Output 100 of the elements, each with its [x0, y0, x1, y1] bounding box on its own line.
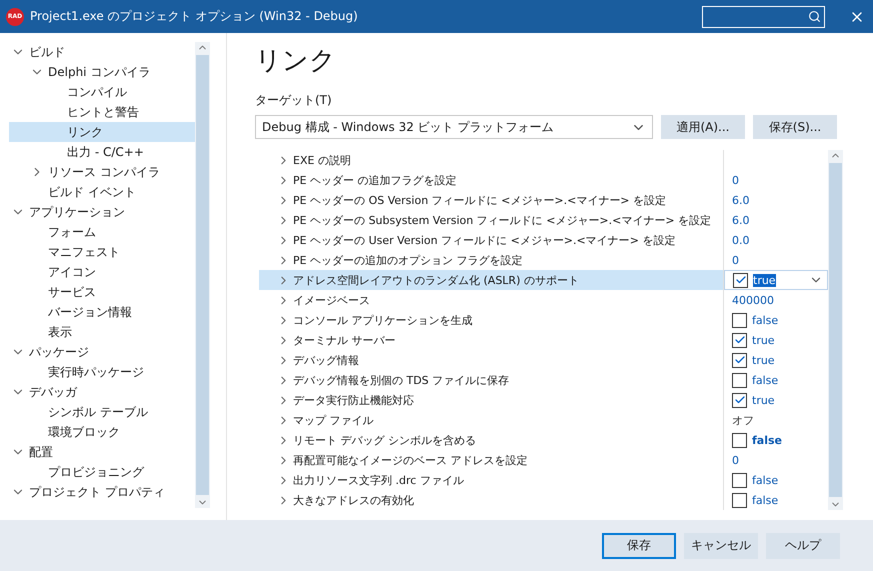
tree-item[interactable]: 環境ブロック	[9, 422, 195, 442]
tree-label: 出力 - C/C++	[67, 144, 144, 160]
tree-label: リンク	[67, 124, 103, 140]
tree-item[interactable]: ヒントと警告	[9, 102, 195, 122]
tree-item[interactable]: リソース コンパイラ	[9, 162, 195, 182]
property-name: 出力リソース文字列 .drc ファイル	[293, 472, 464, 488]
checkbox[interactable]	[732, 432, 747, 448]
property-name: コンソール アプリケーションを生成	[293, 312, 472, 328]
property-row[interactable]: 出力リソース文字列 .drc ファイル false	[277, 470, 828, 490]
property-row[interactable]: デバッグ情報を別個の TDS ファイルに保存 false	[277, 370, 828, 390]
tree-label: シンボル テーブル	[48, 404, 148, 420]
property-name: リモート デバッグ シンボルを含める	[293, 432, 476, 448]
property-name: データ実行防止機能対応	[293, 392, 414, 408]
search-field[interactable]	[702, 6, 825, 28]
tree-item[interactable]: バージョン情報	[9, 302, 195, 322]
tree-label: ビルド	[29, 44, 65, 60]
tree-label: パッケージ	[29, 344, 89, 360]
tree-item[interactable]: Delphi コンパイラ	[9, 62, 195, 82]
property-value: true	[752, 394, 775, 406]
tree-item[interactable]: デバッガ	[9, 382, 195, 402]
tree-item[interactable]: プロジェクト プロパティ	[9, 482, 195, 502]
property-row[interactable]: イメージベース 400000	[277, 290, 828, 310]
property-row[interactable]: データ実行防止機能対応 true	[277, 390, 828, 410]
tree-item[interactable]: ビルド	[9, 42, 195, 62]
property-row[interactable]: 大きなアドレスの有効化 false	[277, 490, 828, 510]
dialog-button[interactable]: ヘルプ	[766, 532, 840, 558]
property-value: 0	[732, 254, 739, 266]
property-name: 大きなアドレスの有効化	[293, 492, 414, 508]
checkbox[interactable]	[732, 352, 747, 368]
tree-item[interactable]: ビルド イベント	[9, 182, 195, 202]
property-value: false	[752, 474, 778, 486]
tree-item[interactable]: シンボル テーブル	[9, 402, 195, 422]
property-name: 再配置可能なイメージのベース アドレスを設定	[293, 452, 528, 468]
tree-item[interactable]: アイコン	[9, 262, 195, 282]
scrollbar[interactable]	[828, 150, 843, 510]
property-value: false	[752, 494, 778, 506]
tree-label: 実行時パッケージ	[48, 364, 144, 380]
tree-item[interactable]: パッケージ	[9, 342, 195, 362]
checkbox[interactable]	[732, 332, 747, 348]
property-value: true	[753, 274, 776, 286]
tree-item[interactable]: 実行時パッケージ	[9, 362, 195, 382]
tree-item[interactable]: 配置	[9, 442, 195, 462]
tree-item[interactable]: フォーム	[9, 222, 195, 242]
property-name: EXE の説明	[293, 152, 351, 168]
checkbox[interactable]	[732, 492, 747, 508]
property-row[interactable]: PE ヘッダーの User Version フィールドに <メジャー>.<マイナー> を設定 0.0	[277, 230, 828, 250]
dialog-button[interactable]: キャンセル	[684, 532, 758, 558]
tree-item[interactable]: 出力 - C/C++	[9, 142, 195, 162]
property-row[interactable]: アドレス空間レイアウトのランダム化 (ASLR) のサポート true	[259, 270, 828, 290]
property-value: false	[752, 314, 778, 326]
tree-item[interactable]: 表示	[9, 322, 195, 342]
tree-label: バージョン情報	[48, 304, 132, 320]
tree-item[interactable]: サービス	[9, 282, 195, 302]
tree-label: 環境ブロック	[48, 424, 120, 440]
property-row[interactable]: EXE の説明	[277, 150, 828, 170]
property-row[interactable]: PE ヘッダーの OS Version フィールドに <メジャー>.<マイナー> を設定 6.0	[277, 190, 828, 210]
dropdown-value: Debug 構成 - Windows 32 ビット プラットフォーム	[262, 118, 554, 136]
checkbox[interactable]	[733, 272, 748, 288]
checkbox[interactable]	[732, 312, 747, 328]
action-button[interactable]: 保存(S)...	[753, 115, 837, 139]
tree-item[interactable]: アプリケーション	[9, 202, 195, 222]
property-row[interactable]: デバッグ情報 true	[277, 350, 828, 370]
checkbox[interactable]	[732, 372, 747, 388]
tree-label: コンパイル	[67, 84, 127, 100]
property-row[interactable]: マップ ファイル オフ	[277, 410, 828, 430]
target-label: ターゲット(T)	[255, 92, 333, 109]
action-button[interactable]: 適用(A)...	[661, 115, 745, 139]
property-value: false	[752, 374, 778, 386]
scrollbar[interactable]	[195, 42, 210, 508]
property-value: false	[752, 434, 782, 446]
property-name: PE ヘッダーの追加のオプション フラグを設定	[293, 252, 523, 268]
checkbox[interactable]	[732, 392, 747, 408]
tree-label: サービス	[48, 284, 96, 300]
property-row[interactable]: ターミナル サーバー true	[277, 330, 828, 350]
tree-item[interactable]: コンパイル	[9, 82, 195, 102]
property-row[interactable]: リモート デバッグ シンボルを含める false	[277, 430, 828, 450]
target-dropdown[interactable]: Debug 構成 - Windows 32 ビット プラットフォーム	[255, 115, 653, 139]
page-heading: リンク	[255, 45, 337, 78]
dialog-button[interactable]: 保存	[602, 532, 676, 558]
property-name: アドレス空間レイアウトのランダム化 (ASLR) のサポート	[293, 272, 579, 288]
property-name: ターミナル サーバー	[293, 332, 396, 348]
window-title: Project1.exe のプロジェクト オプション (Win32 - Debug)	[30, 8, 359, 25]
property-row[interactable]: 再配置可能なイメージのベース アドレスを設定 0	[277, 450, 828, 470]
tree-label: アイコン	[48, 264, 96, 280]
tree-item[interactable]: マニフェスト	[9, 242, 195, 262]
property-row[interactable]: コンソール アプリケーションを生成 false	[277, 310, 828, 330]
property-value: 6.0	[732, 194, 750, 206]
tree-label: Delphi コンパイラ	[48, 64, 150, 80]
tree-item[interactable]: プロビジョニング	[9, 462, 195, 482]
property-value: 0	[732, 454, 739, 466]
property-value: true	[752, 354, 775, 366]
property-name: デバッグ情報	[293, 352, 359, 368]
checkbox[interactable]	[732, 472, 747, 488]
tree-label: 配置	[29, 444, 53, 460]
tree-label: ヒントと警告	[67, 104, 139, 120]
tree-item[interactable]: リンク	[9, 122, 195, 142]
property-row[interactable]: PE ヘッダー の追加フラグを設定 0	[277, 170, 828, 190]
tree-label: マニフェスト	[48, 244, 120, 260]
property-row[interactable]: PE ヘッダーの Subsystem Version フィールドに <メジャー>.<マイナー> を設定 6.0	[277, 210, 828, 230]
property-name: PE ヘッダー の追加フラグを設定	[293, 172, 457, 188]
